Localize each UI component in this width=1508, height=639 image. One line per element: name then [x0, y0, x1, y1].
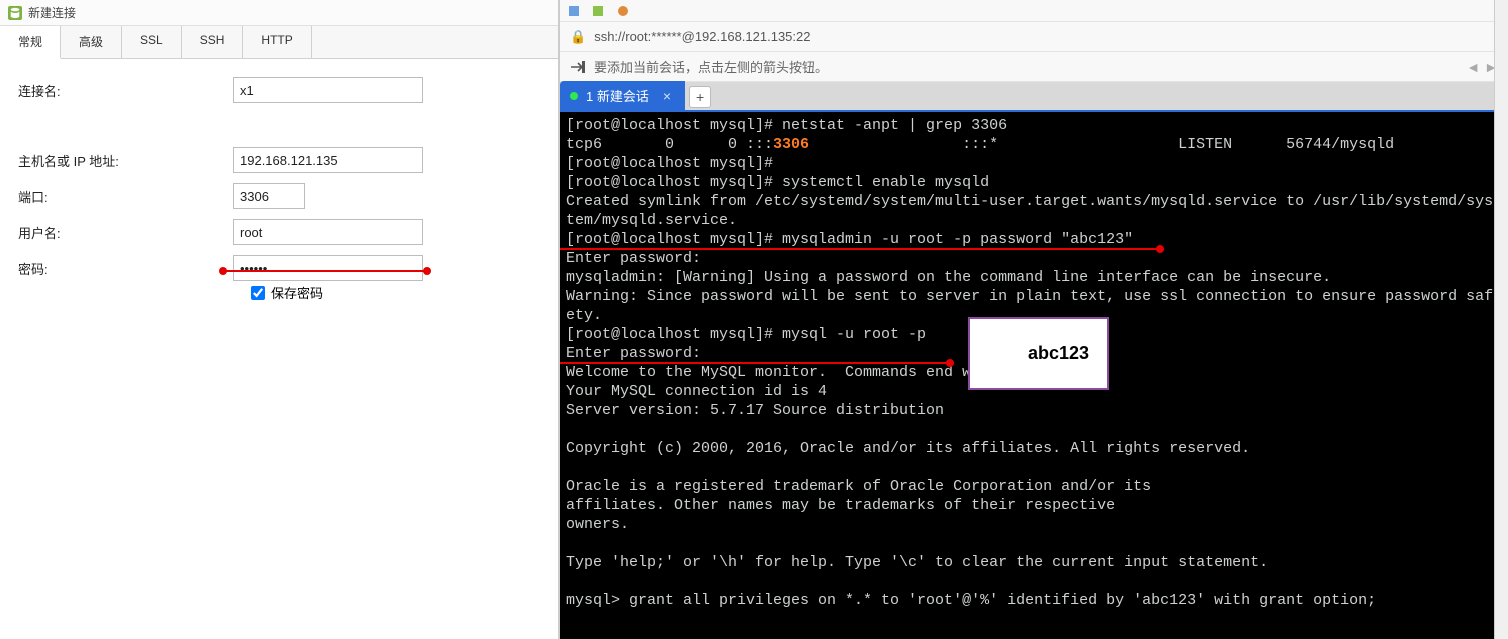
conn-name-label: 连接名: — [18, 81, 233, 100]
terminal-line: Warning: Since password will be sent to … — [566, 287, 1502, 306]
vertical-scrollbar[interactable] — [1494, 0, 1508, 639]
terminal-line: tem/mysqld.service. — [566, 211, 1502, 230]
terminal-line: [root@localhost mysql]# netstat -anpt | … — [566, 116, 1502, 135]
terminal-line: Type 'help;' or '\h' for help. Type '\c'… — [566, 553, 1502, 572]
host-label: 主机名或 IP 地址: — [18, 151, 233, 170]
dialog-titlebar: 新建连接 — [0, 0, 558, 26]
session-tab-label: 1 新建会话 — [586, 86, 649, 105]
user-label: 用户名: — [18, 223, 233, 242]
toolbar-icon[interactable] — [568, 4, 582, 18]
pass-label: 密码: — [18, 259, 233, 278]
close-icon[interactable]: × — [663, 88, 671, 104]
terminal-line — [566, 420, 1502, 439]
terminal-line: owners. — [566, 515, 1502, 534]
session-tabstrip: 1 新建会话 × + — [560, 82, 1508, 112]
terminal-line: [root@localhost mysql]# systemctl enable… — [566, 173, 1502, 192]
url-bar: 🔒 ssh://root:******@192.168.121.135:22 — [560, 22, 1508, 52]
terminal-output[interactable]: [root@localhost mysql]# netstat -anpt | … — [560, 112, 1508, 639]
dialog-title: 新建连接 — [28, 4, 76, 21]
terminal-line — [566, 572, 1502, 591]
toolbar-icon[interactable] — [616, 4, 630, 18]
hint-bar: 要添加当前会话，点击左侧的箭头按钮。 ◄ ► — [560, 52, 1508, 82]
terminal-line: Server version: 5.7.17 Source distributi… — [566, 401, 1502, 420]
terminal-line: [root@localhost mysql]# mysqladmin -u ro… — [566, 230, 1502, 249]
connection-dialog: 新建连接 常规 高级 SSL SSH HTTP 连接名: 主机名或 IP 地址:… — [0, 0, 560, 639]
dialog-tabs: 常规 高级 SSL SSH HTTP — [0, 26, 558, 59]
terminal-line: [root@localhost mysql]# — [566, 154, 1502, 173]
add-session-icon[interactable] — [570, 60, 586, 74]
port-label: 端口: — [18, 187, 233, 206]
session-url: ssh://root:******@192.168.121.135:22 — [594, 29, 810, 44]
terminal-line: mysqladmin: [Warning] Using a password o… — [566, 268, 1502, 287]
tab-prev-icon[interactable]: ◄ — [1466, 59, 1480, 75]
conn-name-input[interactable] — [233, 77, 423, 103]
pass-input[interactable] — [233, 255, 423, 281]
terminal-line: Copyright (c) 2000, 2016, Oracle and/or … — [566, 439, 1502, 458]
host-input[interactable] — [233, 147, 423, 173]
annotation-hint-box: abc123 — [968, 317, 1109, 390]
tab-general[interactable]: 常规 — [0, 26, 61, 59]
terminal-panel: 🔒 ssh://root:******@192.168.121.135:22 要… — [560, 0, 1508, 639]
save-password-checkbox[interactable] — [251, 286, 265, 300]
connection-form: 连接名: 主机名或 IP 地址: 端口: 用户名: 密码: 保存密码 — [0, 59, 558, 310]
tab-ssh[interactable]: SSH — [182, 26, 244, 58]
terminal-line: Created symlink from /etc/systemd/system… — [566, 192, 1502, 211]
annotation-line-1 — [560, 248, 1160, 250]
terminal-line: mysql> grant all privileges on *.* to 'r… — [566, 591, 1502, 610]
terminal-line — [566, 458, 1502, 477]
lock-icon: 🔒 — [570, 29, 586, 45]
tab-ssl[interactable]: SSL — [122, 26, 182, 58]
terminal-toolbar — [560, 0, 1508, 22]
terminal-line: affiliates. Other names may be trademark… — [566, 496, 1502, 515]
database-icon — [8, 6, 22, 20]
annotation-line-2 — [560, 362, 950, 364]
add-tab-button[interactable]: + — [689, 86, 711, 108]
tab-advanced[interactable]: 高级 — [61, 26, 122, 58]
terminal-line — [566, 534, 1502, 553]
terminal-line: Enter password: — [566, 249, 1502, 268]
tab-http[interactable]: HTTP — [243, 26, 311, 58]
terminal-line: Oracle is a registered trademark of Orac… — [566, 477, 1502, 496]
session-tab-active[interactable]: 1 新建会话 × — [560, 81, 685, 110]
user-input[interactable] — [233, 219, 423, 245]
toolbar-icon[interactable] — [592, 4, 606, 18]
annotation-line-left — [223, 270, 427, 272]
save-password-label: 保存密码 — [271, 283, 323, 302]
status-dot-icon — [570, 92, 578, 100]
terminal-line: tcp6 0 0 :::3306 :::* LISTEN 56744/mysql… — [566, 135, 1502, 154]
port-input[interactable] — [233, 183, 305, 209]
hint-text: 要添加当前会话，点击左侧的箭头按钮。 — [594, 57, 828, 76]
